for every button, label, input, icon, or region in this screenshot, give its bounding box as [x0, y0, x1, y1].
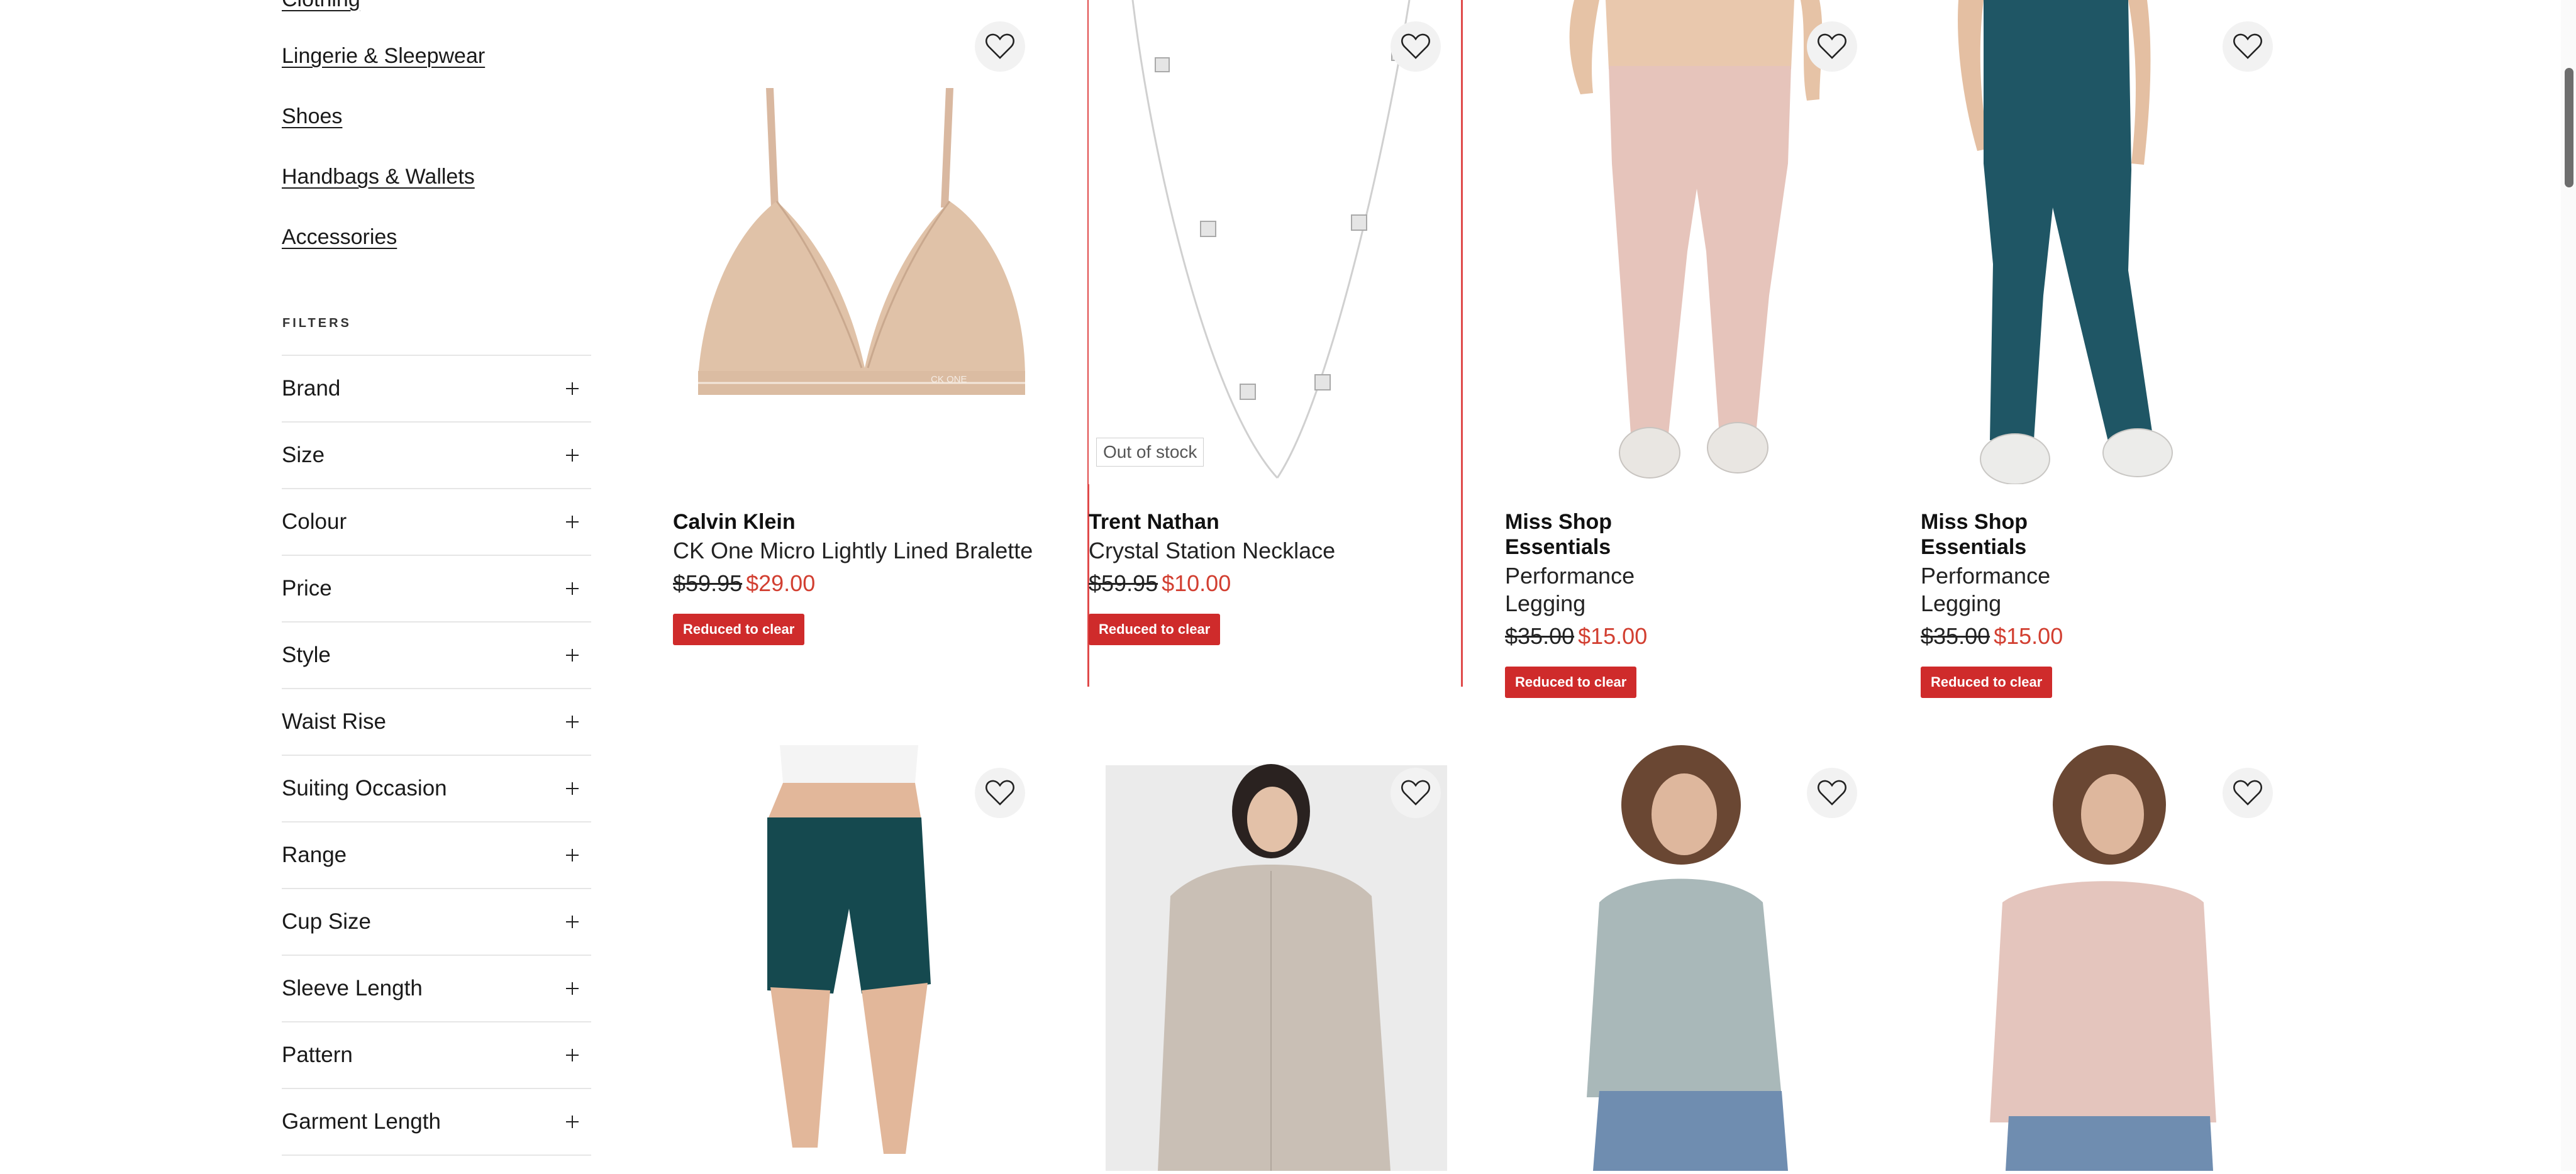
product-brand: Calvin Klein: [673, 510, 796, 534]
plus-icon: [566, 782, 579, 795]
filter-brand[interactable]: Brand: [282, 356, 591, 423]
reduced-badge: Reduced to clear: [1921, 667, 2053, 698]
filter-label: Waist Rise: [282, 709, 386, 734]
filter-size[interactable]: Size: [282, 423, 591, 489]
filter-label: Range: [282, 843, 347, 867]
plus-icon: [566, 382, 579, 395]
svg-text:CK ONE: CK ONE: [931, 374, 967, 385]
filter-label: Garment Length: [282, 1109, 441, 1134]
page-scrollbar[interactable]: [2561, 0, 2576, 1171]
plus-icon: [566, 449, 579, 462]
product-info: Miss Shop Essentials Performance Legging…: [1921, 509, 2135, 698]
filter-waist-rise[interactable]: Waist Rise: [282, 689, 591, 756]
product-prices: $35.00 $15.00: [1505, 623, 1719, 650]
product-info: Trent Nathan Crystal Station Necklace $5…: [1089, 509, 1460, 645]
product-card[interactable]: [1921, 745, 2311, 1174]
was-price: $35.00: [1921, 623, 1990, 649]
plus-icon: [566, 849, 579, 861]
filter-garment-length[interactable]: Garment Length: [282, 1089, 591, 1156]
reduced-badge: Reduced to clear: [673, 614, 805, 645]
was-price: $35.00: [1505, 623, 1575, 649]
wishlist-heart-icon[interactable]: [1807, 768, 1857, 818]
category-link-handbags[interactable]: Handbags & Wallets: [282, 165, 475, 189]
product-prices: $59.95 $10.00: [1089, 570, 1460, 597]
product-prices: $35.00 $15.00: [1921, 623, 2135, 650]
category-link-lingerie[interactable]: Lingerie & Sleepwear: [282, 44, 485, 69]
product-card[interactable]: [1089, 745, 1479, 1174]
was-price: $59.95: [673, 570, 743, 596]
plus-icon: [566, 716, 579, 728]
filter-cup-size[interactable]: Cup Size: [282, 889, 591, 956]
filter-label: Colour: [282, 509, 347, 534]
scrollbar-thumb[interactable]: [2565, 68, 2573, 187]
reduced-badge: Reduced to clear: [1089, 614, 1221, 645]
pink-legging-photo: [1505, 0, 1895, 484]
wishlist-heart-icon[interactable]: [1391, 768, 1441, 818]
filter-sleeve-length[interactable]: Sleeve Length: [282, 956, 591, 1022]
product-name[interactable]: Crystal Station Necklace: [1089, 537, 1460, 565]
product-prices: $59.95 $29.00: [673, 570, 1063, 597]
filter-label: Pattern: [282, 1043, 353, 1067]
filter-label: Suiting Occasion: [282, 776, 447, 800]
wishlist-heart-icon[interactable]: [2223, 768, 2273, 818]
product-name[interactable]: Performance Legging: [1505, 562, 1719, 617]
plus-icon: [566, 916, 579, 928]
product-name[interactable]: CK One Micro Lightly Lined Bralette: [673, 537, 1063, 565]
necklace-photo: [1089, 0, 1460, 484]
wishlist-heart-icon[interactable]: [975, 768, 1025, 818]
filter-label: Size: [282, 443, 325, 467]
product-card[interactable]: [1505, 745, 1895, 1174]
filter-label: Sleeve Length: [282, 976, 423, 1000]
filter-label: Style: [282, 643, 331, 667]
filters-heading: FILTERS: [282, 316, 352, 330]
sale-price: $29.00: [746, 570, 816, 596]
wishlist-heart-icon[interactable]: [2223, 21, 2273, 72]
product-card[interactable]: [673, 745, 1063, 1174]
filter-price[interactable]: Price: [282, 556, 591, 623]
bralette-photo: CK ONE: [673, 0, 1063, 484]
product-name[interactable]: Performance Legging: [1921, 562, 2135, 617]
filter-label: Price: [282, 576, 332, 601]
filter-range[interactable]: Range: [282, 822, 591, 889]
product-brand: Trent Nathan: [1089, 510, 1219, 534]
plus-icon: [566, 516, 579, 528]
plus-icon: [566, 649, 579, 662]
filter-pattern[interactable]: Pattern: [282, 1022, 591, 1089]
filter-suiting-occasion[interactable]: Suiting Occasion: [282, 756, 591, 822]
product-brand: Miss Shop Essentials: [1921, 510, 2028, 559]
filter-style[interactable]: Style: [282, 623, 591, 689]
reduced-badge: Reduced to clear: [1505, 667, 1637, 698]
filter-label: Cup Size: [282, 909, 372, 934]
was-price: $59.95: [1089, 570, 1158, 596]
teal-legging-photo: [1921, 0, 2311, 484]
sale-price: $15.00: [1994, 623, 2063, 649]
product-info: Miss Shop Essentials Performance Legging…: [1505, 509, 1719, 698]
category-link-accessories[interactable]: Accessories: [282, 225, 397, 250]
filter-list: Brand Size Colour Price Style Waist Rise…: [282, 355, 591, 1156]
wishlist-heart-icon[interactable]: [1391, 21, 1441, 72]
filter-label: Brand: [282, 376, 341, 401]
wishlist-heart-icon[interactable]: [975, 21, 1025, 72]
product-image-bralette[interactable]: CK ONE: [673, 0, 1063, 484]
plus-icon: [566, 1116, 579, 1128]
plus-icon: [566, 582, 579, 595]
category-link-clothing[interactable]: Clothing: [282, 0, 360, 12]
product-brand: Miss Shop Essentials: [1505, 510, 1613, 559]
product-image-teal-legging[interactable]: [1921, 0, 2311, 484]
out-of-stock-label: Out of stock: [1096, 438, 1204, 467]
sale-price: $10.00: [1162, 570, 1231, 596]
product-image-pink-legging[interactable]: [1505, 0, 1895, 484]
category-link-shoes[interactable]: Shoes: [282, 104, 342, 129]
filter-colour[interactable]: Colour: [282, 489, 591, 556]
plus-icon: [566, 1049, 579, 1061]
product-info: Calvin Klein CK One Micro Lightly Lined …: [673, 509, 1063, 645]
sale-price: $15.00: [1578, 623, 1648, 649]
sidebar: Clothing Lingerie & Sleepwear Shoes Hand…: [0, 0, 604, 1171]
wishlist-heart-icon[interactable]: [1807, 21, 1857, 72]
product-image-necklace[interactable]: Out of stock: [1089, 0, 1479, 484]
plus-icon: [566, 982, 579, 995]
